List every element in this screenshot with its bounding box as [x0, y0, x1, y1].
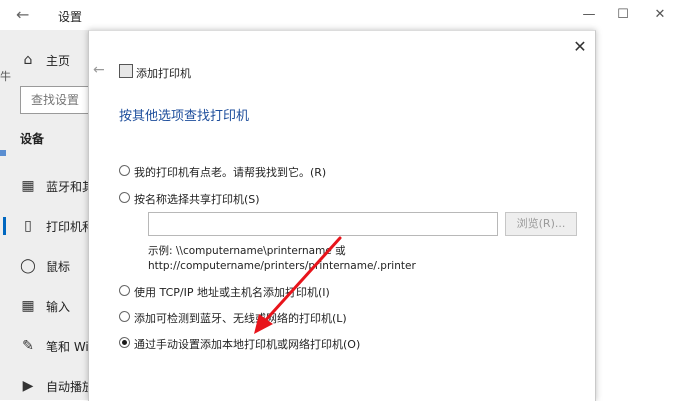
annotation-arrow [254, 236, 342, 334]
arrow-shaft [262, 236, 342, 324]
settings-window: ← 设置 — ☐ ✕ 牛 ⌂ 主页 设备 ▦ 蓝牙和其 ▯ 打印机和 ◯ 鼠标 … [0, 0, 687, 401]
